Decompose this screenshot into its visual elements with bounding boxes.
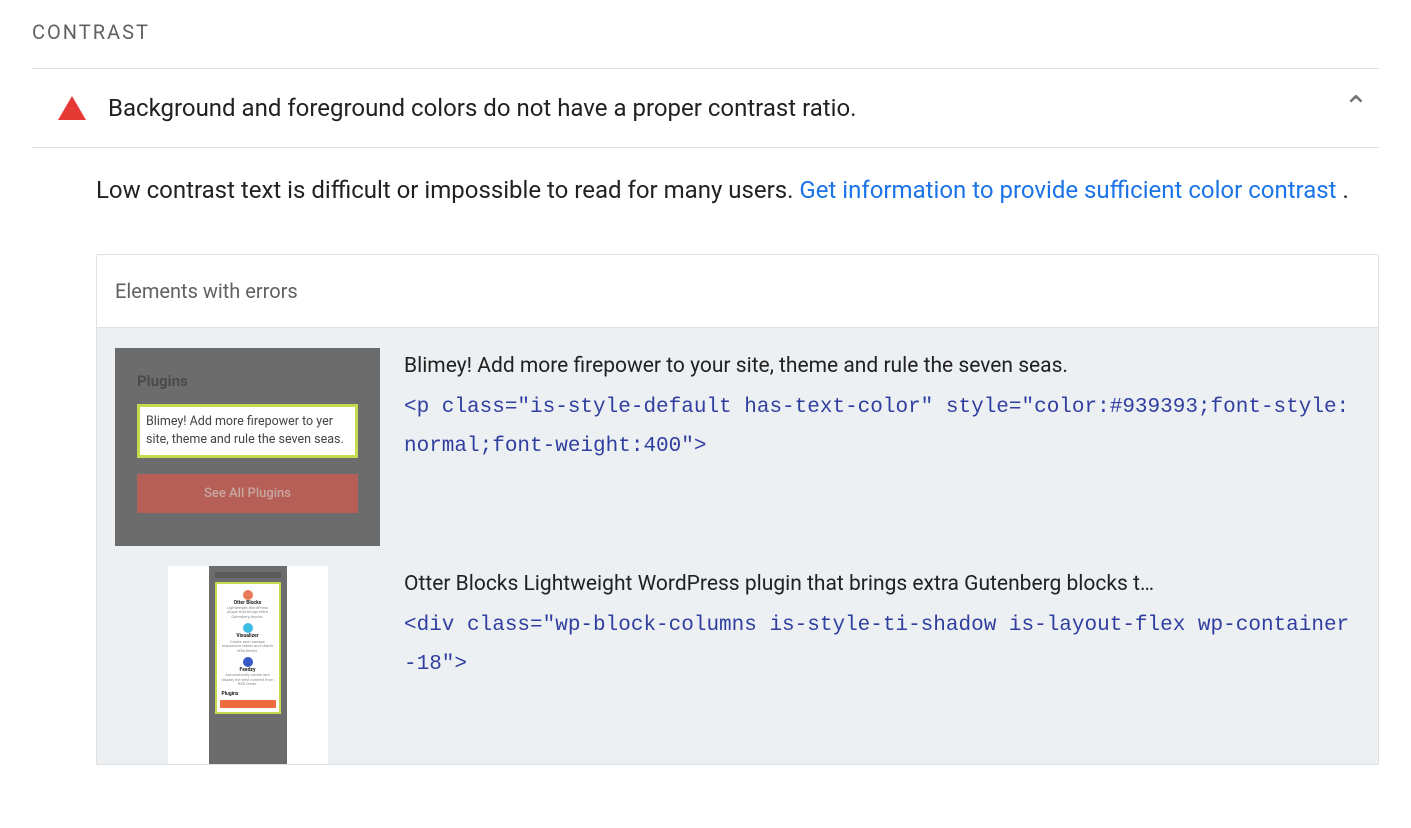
- thumb-item-desc: Lightweight WordPress plugin that brings…: [220, 606, 276, 619]
- error-thumbnail[interactable]: Plugins Blimey! Add more firepower to ye…: [115, 348, 380, 546]
- error-row: Otter Blocks Lightweight WordPress plugi…: [97, 546, 1378, 764]
- audit-summary-row[interactable]: Background and foreground colors do not …: [32, 69, 1379, 147]
- errors-panel: Elements with errors Plugins Blimey! Add…: [96, 254, 1379, 765]
- description-text: Low contrast text is difficult or imposs…: [96, 176, 799, 204]
- description-suffix: .: [1337, 176, 1349, 204]
- panel-body: Plugins Blimey! Add more firepower to ye…: [97, 328, 1378, 764]
- audit-title: Background and foreground colors do not …: [108, 94, 1311, 122]
- thumb-button: See All Plugins: [137, 474, 358, 513]
- thumb-plugins-heading: Plugins: [220, 689, 276, 698]
- chevron-up-icon[interactable]: ⌃: [1333, 93, 1379, 123]
- thumb-highlight-text: Blimey! Add more firepower to yer site, …: [137, 404, 358, 458]
- thumb-item-desc: Automatically curate and display the bes…: [220, 673, 276, 686]
- audit-body: Low contrast text is difficult or imposs…: [32, 148, 1379, 765]
- error-thumbnail[interactable]: Otter Blocks Lightweight WordPress plugi…: [115, 566, 380, 764]
- thumb-button: [220, 700, 276, 708]
- audit-description: Low contrast text is difficult or imposs…: [96, 168, 1379, 214]
- error-code[interactable]: <p class="is-style-default has-text-colo…: [404, 388, 1360, 468]
- thumb-item-desc: Create and manage responsive tables and …: [220, 640, 276, 653]
- error-detail: Blimey! Add more firepower to your site,…: [404, 348, 1360, 468]
- learn-more-link[interactable]: Get information to provide sufficient co…: [799, 176, 1336, 204]
- thumb-heading: Plugins: [137, 372, 358, 390]
- error-detail: Otter Blocks Lightweight WordPress plugi…: [404, 566, 1360, 686]
- error-row: Plugins Blimey! Add more firepower to ye…: [97, 328, 1378, 546]
- warning-triangle-icon: [58, 96, 86, 120]
- error-code[interactable]: <div class="wp-block-columns is-style-ti…: [404, 606, 1360, 686]
- error-snippet-text: Otter Blocks Lightweight WordPress plugi…: [404, 572, 1360, 596]
- panel-header: Elements with errors: [97, 255, 1378, 328]
- section-heading: CONTRAST: [32, 20, 1379, 68]
- error-snippet-text: Blimey! Add more firepower to your site,…: [404, 354, 1360, 378]
